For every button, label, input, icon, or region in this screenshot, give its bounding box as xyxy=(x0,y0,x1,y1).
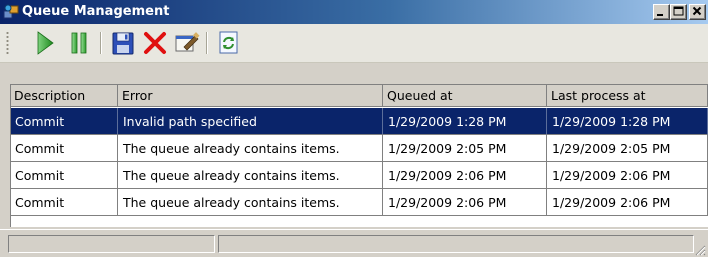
floppy-disk-icon xyxy=(112,32,134,55)
edit-properties-icon xyxy=(175,32,200,52)
table-row[interactable]: Commit The queue already contains items.… xyxy=(10,135,708,162)
refresh-button[interactable] xyxy=(214,28,244,58)
start-button[interactable] xyxy=(30,28,60,58)
column-header-last-process-at[interactable]: Last process at xyxy=(547,84,708,107)
cell-error: The queue already contains items. xyxy=(118,162,383,189)
cell-queued-at: 1/29/2009 2:05 PM xyxy=(383,135,547,162)
size-grip-icon[interactable] xyxy=(694,244,706,256)
cell-description: Commit xyxy=(10,135,118,162)
table-row[interactable]: Commit The queue already contains items.… xyxy=(10,189,708,216)
cell-error: The queue already contains items. xyxy=(118,189,383,216)
delete-button[interactable] xyxy=(140,28,170,58)
status-panel-left xyxy=(8,235,215,253)
pause-button[interactable] xyxy=(64,28,94,58)
red-x-icon xyxy=(144,32,166,54)
status-bar xyxy=(0,229,708,257)
column-header-error[interactable]: Error xyxy=(118,84,383,107)
close-button[interactable] xyxy=(689,4,706,20)
cell-queued-at: 1/29/2009 2:06 PM xyxy=(383,189,547,216)
cell-last-process-at: 1/29/2009 2:06 PM xyxy=(547,189,708,216)
toolbar-separator xyxy=(100,32,102,54)
app-icon xyxy=(3,3,20,20)
table-row[interactable]: Commit The queue already contains items.… xyxy=(10,162,708,189)
table-row[interactable]: Commit Invalid path specified 1/29/2009 … xyxy=(10,108,708,135)
toolbar-grip[interactable] xyxy=(6,31,9,55)
minimize-icon xyxy=(657,14,663,16)
grid-header: Description Error Queued at Last process… xyxy=(10,84,708,108)
queue-management-window: Queue Management Description Error Queue… xyxy=(0,0,708,257)
properties-button[interactable] xyxy=(172,28,202,58)
cell-description: Commit xyxy=(10,108,118,135)
cell-error: Invalid path specified xyxy=(118,108,383,135)
cell-last-process-at: 1/29/2009 2:05 PM xyxy=(547,135,708,162)
window-title: Queue Management xyxy=(22,4,170,19)
title-bar[interactable]: Queue Management xyxy=(0,0,708,24)
play-icon xyxy=(37,31,54,55)
maximize-icon xyxy=(673,6,684,16)
save-button[interactable] xyxy=(108,28,138,58)
cell-error: The queue already contains items. xyxy=(118,135,383,162)
status-panel-right xyxy=(218,235,694,253)
maximize-button[interactable] xyxy=(670,4,687,20)
refresh-icon xyxy=(219,31,238,54)
toolbar xyxy=(0,24,708,63)
cell-queued-at: 1/29/2009 2:06 PM xyxy=(383,162,547,189)
close-icon xyxy=(692,6,702,16)
cell-description: Commit xyxy=(10,189,118,216)
cell-last-process-at: 1/29/2009 2:06 PM xyxy=(547,162,708,189)
column-header-queued-at[interactable]: Queued at xyxy=(383,84,547,107)
minimize-button[interactable] xyxy=(653,4,670,20)
column-header-description[interactable]: Description xyxy=(10,84,118,107)
cell-last-process-at: 1/29/2009 1:28 PM xyxy=(547,108,708,135)
cell-description: Commit xyxy=(10,162,118,189)
cell-queued-at: 1/29/2009 1:28 PM xyxy=(383,108,547,135)
toolbar-separator xyxy=(206,32,208,54)
pause-icon xyxy=(71,32,87,54)
